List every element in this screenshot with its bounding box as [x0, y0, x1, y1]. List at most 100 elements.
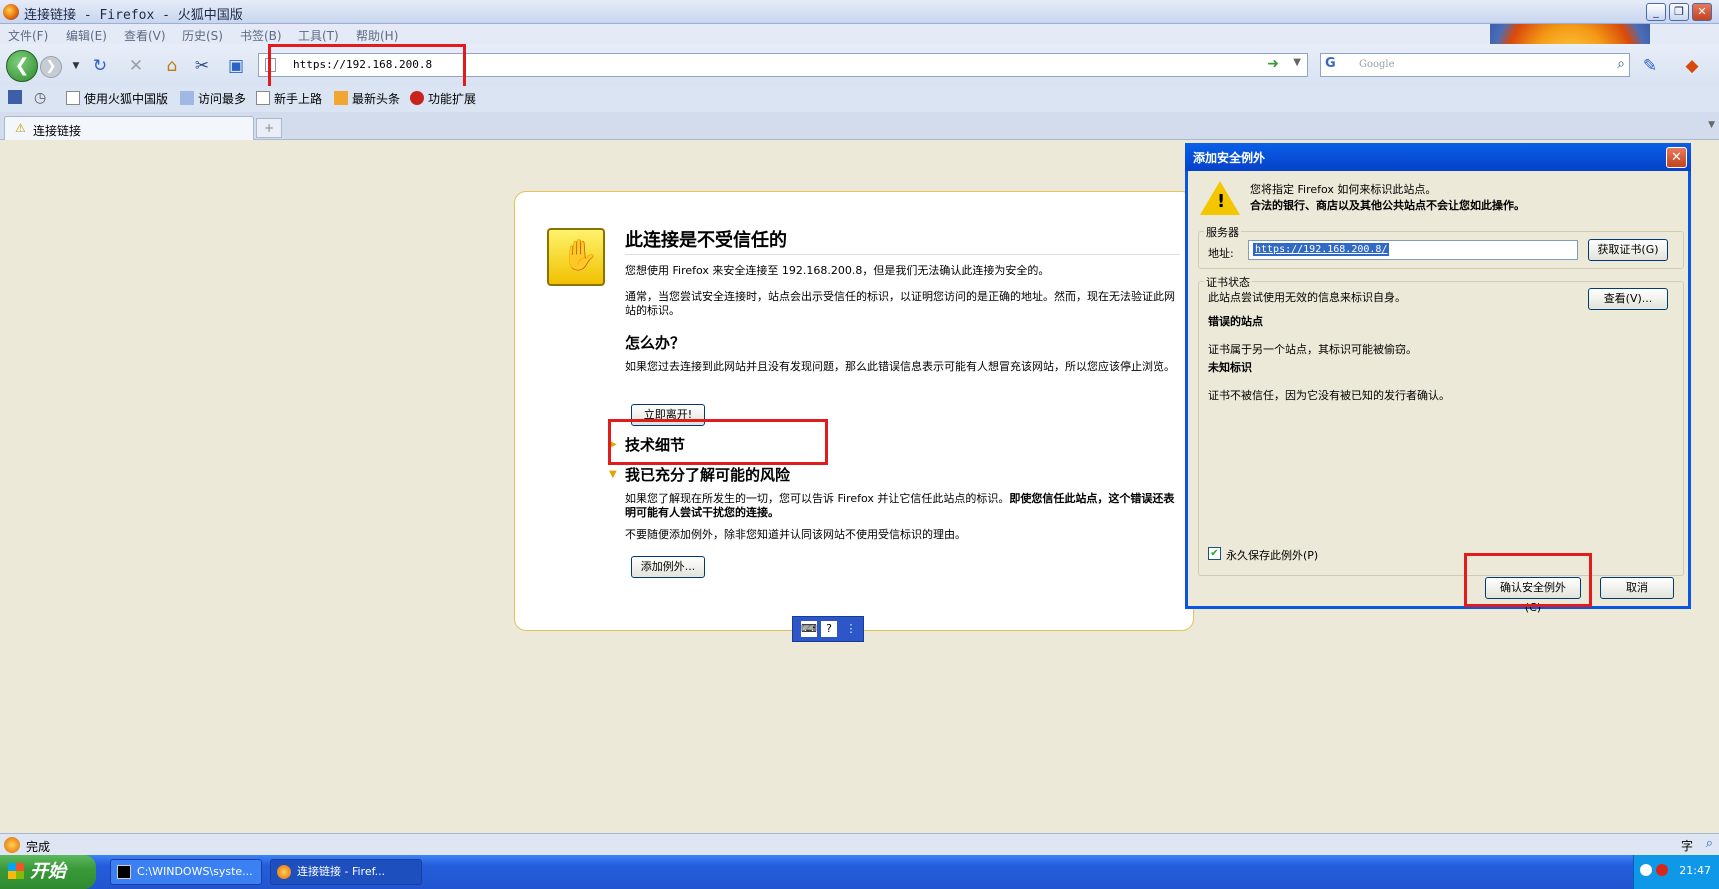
addon-icon[interactable]: ✎ [1638, 54, 1662, 78]
permanent-checkbox[interactable]: ✔ [1208, 547, 1221, 560]
search-box[interactable]: G Google ⌕ [1320, 53, 1630, 77]
what-text: 如果您过去连接到此网站并且没有发现问题，那么此错误信息表示可能有人想冒充该网站，… [625, 360, 1175, 373]
tab-strip: ⚠ 连接链接 + ▼ [0, 112, 1719, 140]
scissors-icon[interactable]: ✂ [190, 54, 214, 78]
add-exception-dialog: 添加安全例外 ✕ 您将指定 Firefox 如何来标识此站点。 合法的银行、商店… [1185, 143, 1691, 614]
bookmark-item-0[interactable]: 使用火狐中国版 [66, 90, 168, 107]
maximize-button[interactable]: ❐ [1669, 3, 1689, 21]
window-titlebar: 连接链接 - Firefox - 火狐中国版 _ ❐ ✕ [0, 0, 1719, 24]
reload-icon[interactable]: ↻ [88, 54, 112, 78]
status-text: 完成 [26, 840, 51, 854]
history-dropdown-icon[interactable]: ▼ [64, 54, 88, 78]
error-intro: 您想使用 Firefox 来安全连接至 192.168.200.8，但是我们无法… [625, 264, 1050, 277]
close-window-button[interactable]: ✕ [1692, 3, 1712, 21]
divider [625, 254, 1180, 255]
permanent-label[interactable]: 永久保存此例外(P) [1226, 547, 1318, 563]
taskbar: 开始 C:\WINDOWS\syste... 连接链接 - Firef... 2… [0, 855, 1719, 889]
highlight-risk-heading [608, 419, 828, 465]
menu-edit[interactable]: 编辑(E) [66, 27, 107, 44]
risk-heading[interactable]: 我已充分了解可能的风险 [625, 464, 790, 485]
network-icon[interactable] [1640, 864, 1652, 876]
keyboard-icon[interactable]: ⌨ [801, 621, 817, 637]
tab-active[interactable]: ⚠ 连接链接 [4, 116, 254, 140]
ime-options-icon[interactable]: ⋮ [843, 621, 859, 637]
cmd-icon [117, 865, 131, 879]
start-button[interactable]: 开始 [0, 855, 96, 889]
risk-expander-icon[interactable]: ▼ [609, 469, 617, 480]
error-normally: 通常，当您尝试安全连接时，站点会出示受信任的标识，以证明您访问的是正确的地址。然… [625, 290, 1175, 317]
security-alert-icon[interactable] [1656, 864, 1668, 876]
new-tab-button[interactable]: + [256, 118, 282, 138]
bookmark-item-1[interactable]: 访问最多 [180, 90, 246, 107]
help-icon[interactable]: ? [821, 621, 837, 637]
warning-icon [1200, 181, 1240, 215]
search-engine-icon[interactable]: G [1325, 56, 1343, 74]
status-icon [4, 837, 20, 853]
warning-icon: ⚠ [15, 121, 26, 135]
address-input[interactable]: https://192.168.200.8/ [1248, 240, 1578, 260]
dialog-close-button[interactable]: ✕ [1666, 147, 1687, 168]
cancel-button[interactable]: 取消 [1600, 577, 1674, 599]
home-icon[interactable]: ⌂ [160, 54, 184, 78]
clock: 21:47 [1679, 864, 1711, 877]
menu-bookmarks[interactable]: 书签(B) [240, 27, 282, 44]
firefox-icon [277, 865, 291, 879]
get-cert-button[interactable]: 获取证书(G) [1588, 239, 1668, 261]
what-heading: 怎么办？ [625, 334, 686, 352]
add-exception-button[interactable]: 添加例外... [631, 556, 705, 578]
stop-icon[interactable]: ✕ [124, 54, 148, 78]
cert-status-group [1198, 281, 1684, 576]
navigation-toolbar: ❮ ❯ ▼ ↻ ✕ ⌂ ✂ ▣ https://192.168.200.8 ➜ … [0, 44, 1719, 86]
highlight-url-box [268, 44, 466, 90]
search-icon[interactable]: ⌕ [1617, 56, 1625, 72]
highlight-confirm-button [1464, 553, 1592, 607]
zoom-icon[interactable]: ⌕ [1706, 836, 1713, 851]
menu-view[interactable]: 查看(V) [124, 27, 166, 44]
firefox-icon [3, 4, 19, 20]
clock-icon[interactable]: ◷ [34, 90, 46, 106]
address-value: https://192.168.200.8/ [1253, 243, 1390, 256]
menu-tools[interactable]: 工具(T) [298, 27, 339, 44]
menu-help[interactable]: 帮助(H) [356, 27, 398, 44]
search-placeholder: Google [1359, 59, 1395, 70]
status-bar: 完成 字 ⌕ [0, 833, 1719, 855]
go-arrow-icon[interactable]: ➜ [1267, 56, 1279, 72]
ime-char-icon[interactable]: 字 [1681, 837, 1693, 854]
ime-toolbar[interactable]: ⌨ ? ⋮ [792, 616, 864, 642]
window-title: 连接链接 - Firefox - 火狐中国版 [24, 8, 243, 23]
menu-history[interactable]: 历史(S) [182, 27, 223, 44]
bookmark-item-4[interactable]: 功能扩展 [410, 90, 476, 107]
minimize-button[interactable]: _ [1646, 3, 1666, 21]
url-dropdown-icon[interactable]: ▼ [1293, 57, 1301, 68]
back-button[interactable]: ❮ [6, 50, 38, 82]
screenshot-icon[interactable]: ▣ [224, 54, 248, 78]
officer-icon [547, 228, 605, 286]
error-title: 此连接是不受信任的 [625, 230, 787, 251]
windows-flag-icon [8, 863, 24, 879]
menu-file[interactable]: 文件(F) [8, 27, 48, 44]
tab-label: 连接链接 [33, 124, 82, 138]
view-cert-button[interactable]: 查看(V)... [1588, 288, 1668, 310]
no-add-text: 不要随便添加例外，除非您知道并认同该网站不使用受信标识的理由。 [625, 528, 966, 541]
addr-label: 地址: [1208, 247, 1234, 260]
menu-bar: 文件(F) 编辑(E) 查看(V) 历史(S) 书签(B) 工具(T) 帮助(H… [0, 24, 1719, 44]
bookmark-item-3[interactable]: 最新头条 [334, 90, 400, 107]
dialog-titlebar: 添加安全例外 ✕ [1185, 143, 1691, 171]
risk-text: 如果您了解现在所发生的一切，您可以告诉 Firefox 并让它信任此站点的标识。… [625, 492, 1175, 519]
bookmark-item-2[interactable]: 新手上路 [256, 90, 322, 107]
wrong-site-text: 证书属于另一个站点，其标识可能被偷窃。 [1208, 343, 1417, 356]
dialog-title: 添加安全例外 [1193, 151, 1266, 165]
unknown-identity-heading: 未知标识 [1208, 361, 1252, 374]
tab-list-icon[interactable]: ▼ [1708, 120, 1715, 130]
taskbar-item-firefox[interactable]: 连接链接 - Firef... [270, 859, 422, 885]
dialog-line1: 您将指定 Firefox 如何来标识此站点。 [1250, 183, 1437, 196]
cert-status-text: 此站点尝试使用无效的信息来标识自身。 [1208, 291, 1406, 304]
unknown-identity-text: 证书不被信任，因为它没有被已知的发行者确认。 [1208, 389, 1450, 402]
taskbar-item-cmd[interactable]: C:\WINDOWS\syste... [110, 859, 262, 885]
system-tray: 21:47 [1633, 855, 1719, 889]
fox-menu-icon[interactable]: ◆ [1680, 54, 1704, 78]
bookmark-sidebar-icon[interactable] [8, 90, 26, 105]
server-group-label: 服务器 [1204, 224, 1241, 240]
forward-button[interactable]: ❯ [40, 56, 62, 78]
cert-status-label: 证书状态 [1204, 274, 1252, 290]
